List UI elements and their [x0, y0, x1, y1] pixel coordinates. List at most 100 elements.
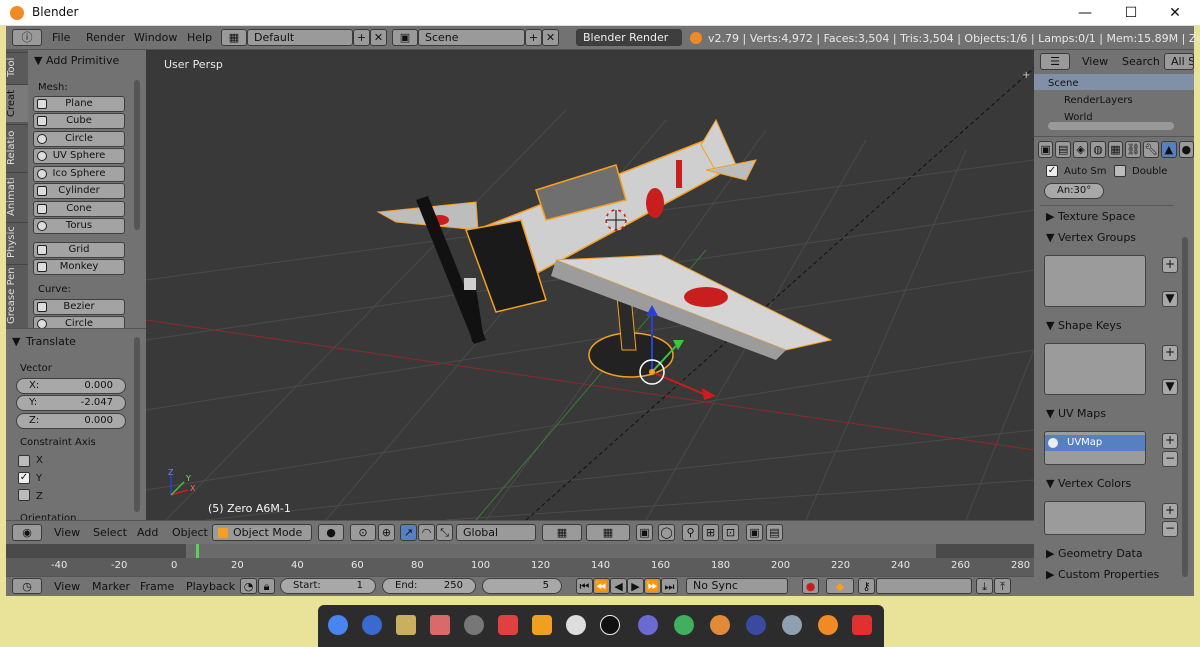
add-grid-button[interactable]: Grid: [33, 242, 125, 258]
menu-select[interactable]: Select: [93, 526, 127, 539]
lock-range-icon[interactable]: 🔒︎: [258, 578, 275, 594]
render-tab-icon[interactable]: ▣: [1038, 141, 1054, 158]
tab-create[interactable]: Creat: [6, 84, 28, 122]
vector-y-field[interactable]: Y: -2.047: [16, 395, 126, 411]
auto-smooth-checkbox[interactable]: ✓: [1046, 165, 1058, 177]
vertex-colors-list[interactable]: [1044, 501, 1146, 535]
vertex-groups-list[interactable]: [1044, 255, 1146, 307]
vector-z-field[interactable]: Z: 0.000: [16, 413, 126, 429]
constraint-z-checkbox[interactable]: [18, 489, 30, 501]
outliner-filter-select[interactable]: All Sc: [1164, 53, 1194, 70]
render-engine-select[interactable]: Blender Render: [576, 29, 682, 46]
timeline-area[interactable]: -40 -20 0 20 40 60 80 100 120 140 160 180 200 220 240 2…: [6, 544, 1034, 576]
menu-view[interactable]: View: [54, 526, 80, 539]
geometry-data-panel-header[interactable]: ▶ Geometry Data: [1046, 547, 1143, 560]
menu-playback[interactable]: Playback: [186, 580, 235, 593]
menu-add[interactable]: Add: [137, 526, 158, 539]
shape-keys-list[interactable]: [1044, 343, 1146, 395]
manipulator-toggle-icon[interactable]: ⊕: [378, 524, 395, 541]
render-opengl-icon[interactable]: ▣: [746, 524, 763, 541]
vertex-groups-panel-header[interactable]: ▼ Vertex Groups: [1046, 231, 1136, 244]
add-circle-button[interactable]: Circle: [33, 131, 125, 147]
add-uv-map-button[interactable]: +: [1162, 433, 1178, 449]
timeline-scroll-thumb[interactable]: [186, 544, 936, 558]
remove-vertex-color-button[interactable]: −: [1162, 521, 1178, 537]
tab-tool[interactable]: Tool: [6, 52, 28, 82]
outliner-item-renderlayers[interactable]: RenderLayers: [1048, 95, 1133, 106]
transform-orientation-select[interactable]: Global: [456, 524, 536, 541]
shape-key-menu-button[interactable]: ▼: [1162, 379, 1178, 395]
add-shape-key-button[interactable]: +: [1162, 345, 1178, 361]
scale-manipulator-icon[interactable]: ⤡: [436, 524, 453, 541]
add-monkey-button[interactable]: Monkey: [33, 259, 125, 275]
outliner-scrollbar[interactable]: [1048, 122, 1174, 130]
snap-toggle-icon[interactable]: ⚲: [682, 524, 699, 541]
menu-help[interactable]: Help: [187, 31, 212, 44]
delete-keyframe-icon[interactable]: ⤒: [994, 578, 1011, 594]
scene-tab-icon[interactable]: ◈: [1072, 141, 1089, 158]
taskbar-app-10-icon[interactable]: [638, 615, 658, 635]
keying-set-icon[interactable]: ◆: [826, 578, 854, 594]
double-sided-checkbox[interactable]: [1114, 165, 1126, 177]
layers-tab-icon[interactable]: ▤: [1055, 141, 1071, 158]
scene-icon[interactable]: ▣: [392, 29, 418, 46]
remove-uv-map-button[interactable]: −: [1162, 451, 1178, 467]
material-tab-icon[interactable]: ●: [1178, 141, 1194, 158]
remove-layout-button[interactable]: ✕: [370, 29, 387, 46]
taskbar-app-11-icon[interactable]: [674, 615, 694, 635]
constraint-x-checkbox[interactable]: [18, 455, 30, 467]
add-cone-button[interactable]: Cone: [33, 201, 125, 217]
snap-target-icon[interactable]: ⊡: [722, 524, 739, 541]
play-reverse-icon[interactable]: ◀: [610, 578, 627, 594]
add-uv-sphere-button[interactable]: UV Sphere: [33, 148, 125, 164]
menu-marker[interactable]: Marker: [92, 580, 130, 593]
jump-keyframe-back-icon[interactable]: ⏪: [593, 578, 610, 594]
render-animation-icon[interactable]: ▤: [766, 524, 783, 541]
current-frame-field[interactable]: 5: [482, 578, 562, 594]
taskbar-app-1-icon[interactable]: [328, 615, 348, 635]
remove-scene-button[interactable]: ✕: [542, 29, 559, 46]
close-button[interactable]: ✕: [1152, 0, 1198, 26]
tab-relations[interactable]: Relatio: [6, 124, 28, 170]
snap-element-icon[interactable]: ⊞: [702, 524, 719, 541]
record-icon[interactable]: ●: [802, 578, 819, 594]
constraint-y-checkbox[interactable]: ✓: [18, 472, 30, 484]
viewport-shading-icon[interactable]: ●: [318, 524, 344, 541]
uv-maps-panel-header[interactable]: ▼ UV Maps: [1046, 407, 1106, 420]
object-tab-icon[interactable]: ▦: [1107, 141, 1124, 158]
data-tab-icon[interactable]: ▲: [1161, 141, 1177, 158]
jump-end-icon[interactable]: ⏭: [661, 578, 678, 594]
taskbar-app-3-icon[interactable]: [396, 615, 416, 635]
menu-timeline-view[interactable]: View: [54, 580, 80, 593]
tab-grease-pencil[interactable]: Grease Pen: [6, 264, 28, 326]
taskbar-music-icon[interactable]: [600, 615, 620, 635]
editor-type-timeline-icon[interactable]: ◷: [12, 578, 42, 594]
world-tab-icon[interactable]: ◍: [1090, 141, 1106, 158]
taskbar-app-6-icon[interactable]: [498, 615, 518, 635]
tab-physics[interactable]: Physic: [6, 222, 28, 262]
insert-keyframe-icon[interactable]: ⤓: [976, 578, 993, 594]
add-ico-sphere-button[interactable]: Ico Sphere: [33, 166, 125, 182]
pivot-point-icon[interactable]: ⊙: [350, 524, 376, 541]
add-torus-button[interactable]: Torus: [33, 218, 125, 234]
panel-collapse-icon[interactable]: ▼: [34, 54, 42, 67]
uv-map-item[interactable]: UVMap: [1045, 435, 1145, 451]
taskbar-app-7-icon[interactable]: [532, 615, 552, 635]
keying-set-field[interactable]: [876, 578, 972, 594]
translate-collapse-icon[interactable]: ▼: [12, 335, 20, 348]
taskbar-app-5-icon[interactable]: [464, 615, 484, 635]
taskbar-app-12-icon[interactable]: [710, 615, 730, 635]
outliner-menu-search[interactable]: Search: [1122, 55, 1160, 68]
jump-keyframe-forward-icon[interactable]: ⏩: [644, 578, 661, 594]
texture-space-panel-header[interactable]: ▶ Texture Space: [1046, 210, 1135, 223]
keyframe-type-icon[interactable]: ⚷: [858, 578, 875, 594]
outliner-menu-view[interactable]: View: [1082, 55, 1108, 68]
taskbar-blender-icon[interactable]: [782, 615, 802, 635]
3d-viewport[interactable]: User Persp (5) Zero A6M-1 Z X Y +: [146, 50, 1034, 520]
auto-smooth-angle-field[interactable]: An:30°: [1044, 183, 1104, 199]
menu-window[interactable]: Window: [134, 31, 177, 44]
lock-layers-icon[interactable]: ▣: [636, 524, 653, 541]
sync-mode-select[interactable]: No Sync: [686, 578, 788, 594]
shape-keys-panel-header[interactable]: ▼ Shape Keys: [1046, 319, 1122, 332]
play-icon[interactable]: ▶: [627, 578, 644, 594]
